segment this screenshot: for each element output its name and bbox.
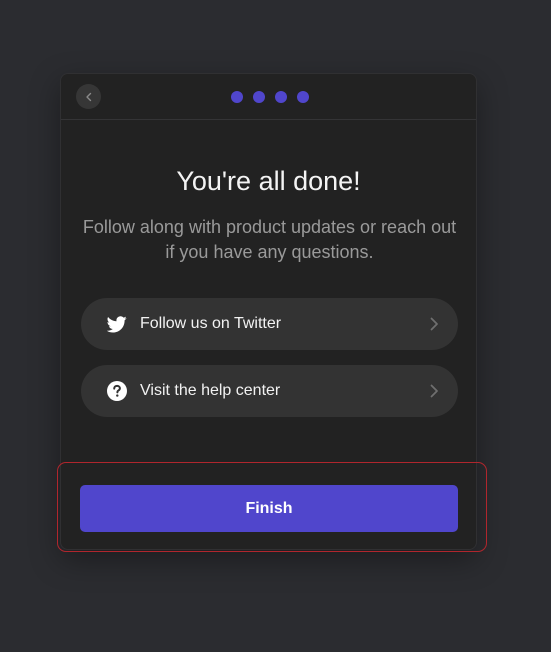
question-circle-icon	[107, 381, 127, 401]
twitter-icon	[107, 314, 127, 334]
step-indicator	[231, 91, 309, 103]
chevron-right-icon	[428, 383, 440, 399]
step-dot-3	[275, 91, 287, 103]
follow-twitter-link[interactable]: Follow us on Twitter	[81, 298, 458, 350]
help-center-link[interactable]: Visit the help center	[81, 365, 458, 417]
follow-twitter-label: Follow us on Twitter	[140, 315, 282, 332]
step-dot-2	[253, 91, 265, 103]
chevron-right-icon	[428, 316, 440, 332]
page-title: You're all done!	[176, 166, 361, 196]
page-subtitle: Follow along with product updates or rea…	[82, 217, 457, 262]
back-button[interactable]	[76, 84, 101, 109]
modal-header	[61, 74, 476, 120]
step-dot-4	[297, 91, 309, 103]
chevron-left-icon	[84, 92, 94, 102]
onboarding-modal: You're all done! Follow along with produ…	[60, 73, 477, 550]
help-center-label: Visit the help center	[140, 382, 281, 399]
finish-button[interactable]: Finish	[80, 485, 458, 532]
step-dot-1	[231, 91, 243, 103]
